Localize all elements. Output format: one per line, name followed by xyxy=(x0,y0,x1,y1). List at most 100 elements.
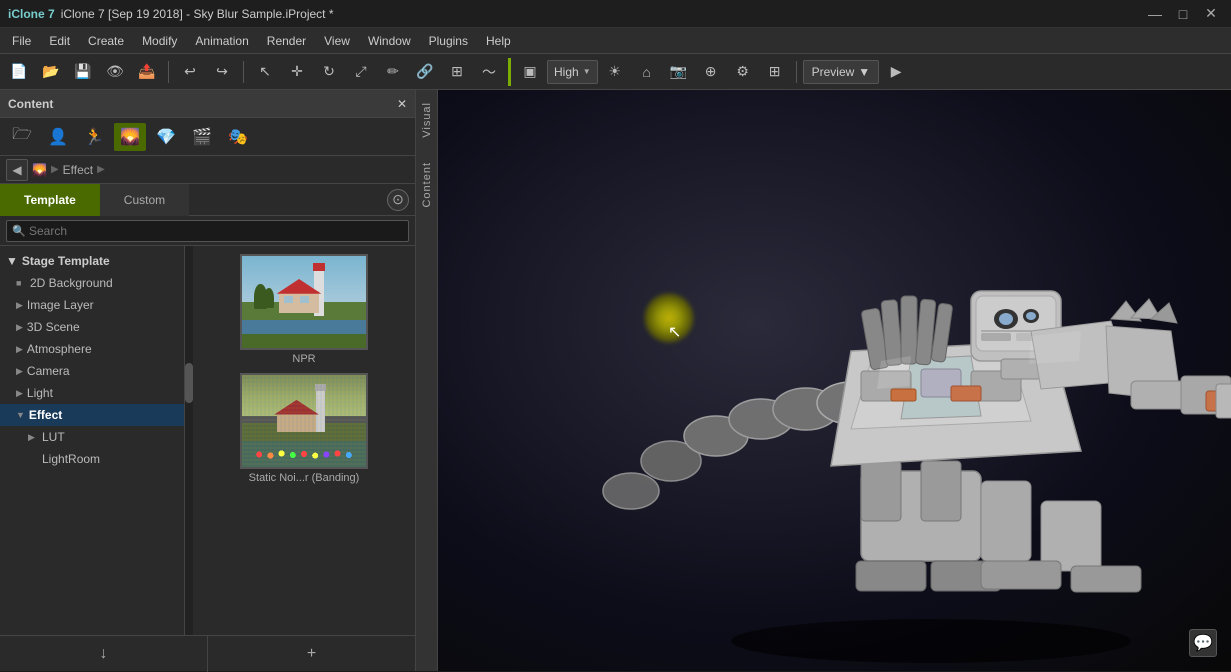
toolbar-open[interactable]: 📂 xyxy=(36,58,66,86)
chat-icon[interactable]: 💬 xyxy=(1189,629,1217,657)
toolbar-home[interactable]: ⌂ xyxy=(632,58,662,86)
tree-item-light[interactable]: ▶ Light xyxy=(0,382,184,404)
tree-label-light: Light xyxy=(27,386,53,400)
toolbar-undo[interactable]: ↩ xyxy=(175,58,205,86)
tree-label-cam: Camera xyxy=(27,364,70,378)
tree-arrow-cam: ▶ xyxy=(16,366,23,377)
toolbar-export[interactable]: 📤 xyxy=(132,58,162,86)
menu-edit[interactable]: Edit xyxy=(41,32,78,50)
quality-dropdown[interactable]: High xyxy=(547,60,598,84)
toolbar-import[interactable]: 👁 xyxy=(100,58,130,86)
tree-item-3d-scene[interactable]: ▶ 3D Scene xyxy=(0,316,184,338)
3d-viewport[interactable]: ↖ xyxy=(438,90,1231,671)
title-bar: iClone 7 iClone 7 [Sep 19 2018] - Sky Bl… xyxy=(0,0,1231,28)
toolbar-move[interactable]: ✛ xyxy=(282,58,312,86)
scrollbar-thumb[interactable] xyxy=(185,363,193,403)
toolbar-save[interactable]: 💾 xyxy=(68,58,98,86)
tree-arrow-stage: ▼ xyxy=(6,254,18,268)
toolbar-settings[interactable]: ⚙ xyxy=(728,58,758,86)
panel-icon-motion[interactable]: 🏃 xyxy=(78,123,110,151)
panel-icon-folder[interactable]: 🗁 xyxy=(6,123,38,151)
toolbar-deform[interactable]: 〜 xyxy=(474,58,504,86)
panel-download-button[interactable]: ↓ xyxy=(0,636,208,672)
menu-window[interactable]: Window xyxy=(360,32,419,50)
tree-item-image-layer[interactable]: ▶ Image Layer xyxy=(0,294,184,316)
preview-button[interactable]: Preview ▼ xyxy=(803,60,880,84)
tab-custom[interactable]: Custom xyxy=(100,184,189,216)
panel-icon-character[interactable]: 👤 xyxy=(42,123,74,151)
close-button[interactable]: ✕ xyxy=(1199,5,1223,23)
search-bar: 🔍 xyxy=(0,216,415,246)
toolbar-brush[interactable]: ✏ xyxy=(378,58,408,86)
menu-create[interactable]: Create xyxy=(80,32,132,50)
app-logo: iClone 7 xyxy=(8,7,55,21)
tree-item-effect[interactable]: ▼ Effect xyxy=(0,404,184,426)
tree-dot-bg: ■ xyxy=(16,278,26,288)
panel-icon-animation[interactable]: 🎬 xyxy=(186,123,218,151)
tree-item-lut[interactable]: ▶ LUT xyxy=(0,426,184,448)
panel-add-button[interactable]: + xyxy=(208,636,415,672)
vertical-tab-strip: Visual Content xyxy=(416,90,438,671)
vtab-visual[interactable]: Visual xyxy=(418,90,436,150)
tree-item-atmosphere[interactable]: ▶ Atmosphere xyxy=(0,338,184,360)
separator-1 xyxy=(168,61,169,83)
menu-file[interactable]: File xyxy=(4,32,39,50)
tab-expand-button[interactable]: ⊙ xyxy=(387,189,409,211)
tree-label-atmo: Atmosphere xyxy=(27,342,92,356)
breadcrumb-arrow: ▶ xyxy=(51,164,59,175)
tree-list: ▼ Stage Template ■ 2D Background ▶ Image… xyxy=(0,246,185,635)
menu-plugins[interactable]: Plugins xyxy=(421,32,476,50)
thumb-label-static: Static Noi...r (Banding) xyxy=(249,472,360,484)
breadcrumb-bar: ◀ 🌄 ▶ Effect ▶ xyxy=(0,156,415,184)
toolbar-snap[interactable]: ⊞ xyxy=(442,58,472,86)
content-panel-close[interactable]: ✕ xyxy=(397,97,407,111)
separator-3 xyxy=(796,61,797,83)
maximize-button[interactable]: □ xyxy=(1171,5,1195,23)
minimize-button[interactable]: — xyxy=(1143,5,1167,23)
menu-modify[interactable]: Modify xyxy=(134,32,185,50)
breadcrumb-icon: 🌄 xyxy=(32,163,47,177)
tree-arrow-image: ▶ xyxy=(16,300,23,311)
toolbar-select[interactable]: ↖ xyxy=(250,58,280,86)
thumbnail-npr[interactable]: NPR xyxy=(201,254,407,365)
tree-item-lightroom[interactable]: LightRoom xyxy=(0,448,184,470)
tree-label-lr: LightRoom xyxy=(42,452,100,466)
tree-arrow-light: ▶ xyxy=(16,388,23,399)
toolbar-expand[interactable]: ⊕ xyxy=(696,58,726,86)
vtab-content[interactable]: Content xyxy=(418,150,436,220)
thumbnail-static-noise[interactable]: Static Noi...r (Banding) xyxy=(201,373,407,484)
toolbar-link[interactable]: 🔗 xyxy=(410,58,440,86)
toolbar-scale[interactable]: ⤢ xyxy=(346,58,376,86)
panel-bottom-bar: ↓ + xyxy=(0,635,415,671)
toolbar-extra[interactable]: ⊞ xyxy=(760,58,790,86)
toolbar-chevron-right[interactable]: ▶ xyxy=(881,58,911,86)
menu-render[interactable]: Render xyxy=(259,32,314,50)
window-controls: — □ ✕ xyxy=(1143,5,1223,23)
toolbar-rotate[interactable]: ↻ xyxy=(314,58,344,86)
toolbar-new[interactable]: 📄 xyxy=(4,58,34,86)
menu-view[interactable]: View xyxy=(316,32,358,50)
search-wrap: 🔍 xyxy=(6,220,409,242)
tree-stage-template[interactable]: ▼ Stage Template xyxy=(0,250,184,272)
tree-thumbnail-panel: ▼ Stage Template ■ 2D Background ▶ Image… xyxy=(0,246,415,635)
thumb-img-static xyxy=(240,373,368,469)
panel-icon-props[interactable]: 💎 xyxy=(150,123,182,151)
project-title: iClone 7 [Sep 19 2018] - Sky Blur Sample… xyxy=(61,7,334,21)
tree-item-2d-background[interactable]: ■ 2D Background xyxy=(0,272,184,294)
panel-icon-template[interactable]: 🎭 xyxy=(222,123,254,151)
toolbar-sun[interactable]: ☀ xyxy=(600,58,630,86)
tree-item-camera[interactable]: ▶ Camera xyxy=(0,360,184,382)
breadcrumb-back-button[interactable]: ◀ xyxy=(6,159,28,181)
toolbar-viewport-mode[interactable]: ▣ xyxy=(515,58,545,86)
menu-animation[interactable]: Animation xyxy=(187,32,256,50)
toolbar-redo[interactable]: ↪ xyxy=(207,58,237,86)
scrollbar-track[interactable] xyxy=(185,246,193,635)
search-input[interactable] xyxy=(6,220,409,242)
main-toolbar: 📄 📂 💾 👁 📤 ↩ ↪ ↖ ✛ ↻ ⤢ ✏ 🔗 ⊞ 〜 ▣ High ☀ ⌂… xyxy=(0,54,1231,90)
tree-label-3d: 3D Scene xyxy=(27,320,80,334)
tab-template[interactable]: Template xyxy=(0,184,100,216)
tabs-bar: Template Custom ⊙ xyxy=(0,184,415,216)
panel-icon-scene[interactable]: 🌄 xyxy=(114,123,146,151)
menu-help[interactable]: Help xyxy=(478,32,519,50)
toolbar-camera1[interactable]: 📷 xyxy=(664,58,694,86)
